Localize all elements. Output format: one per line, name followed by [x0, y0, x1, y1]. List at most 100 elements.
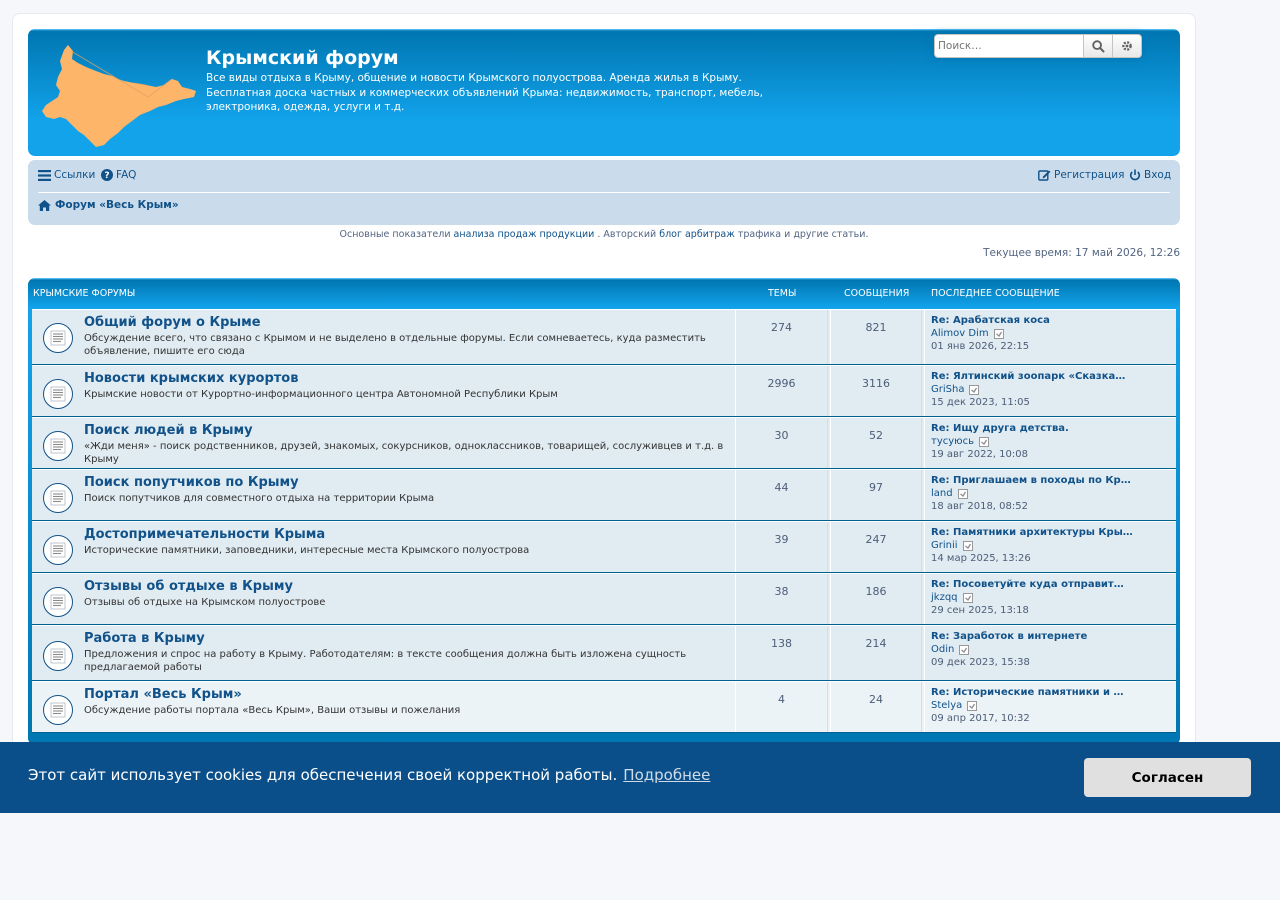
last-post-date: 15 дек 2023, 11:05	[931, 397, 1030, 408]
last-post-title[interactable]: Re: Заработок в интернете	[931, 631, 1087, 642]
quick-links-menu[interactable]: Ссылки	[38, 169, 95, 181]
forum-title[interactable]: Отзывы об отдыхе в Крыму	[84, 579, 293, 594]
last-post-cell: Re: Ищу друга детства. тусуюсь 19 авг 2022…	[924, 418, 1176, 468]
last-post-title[interactable]: Re: Ищу друга детства.	[931, 423, 1069, 434]
last-post-author[interactable]: GriSha	[931, 384, 964, 395]
forum-description: Обсуждение всего, что связано с Крымом и…	[84, 333, 706, 357]
view-latest-post-icon[interactable]	[962, 540, 973, 551]
last-post-author[interactable]: land	[931, 488, 953, 499]
posts-count: 24	[869, 693, 883, 706]
last-post-cell: Re: Приглашаем в походы по Кр… land 18 авг…	[924, 470, 1176, 520]
last-post-title[interactable]: Re: Памятники архитектуры Кры…	[931, 527, 1133, 538]
cookie-more-link[interactable]: Подробнее	[623, 766, 710, 784]
view-latest-post-icon[interactable]	[979, 436, 989, 447]
view-latest-post-icon[interactable]	[993, 328, 1004, 339]
last-post-title[interactable]: Re: Исторические памятники и …	[931, 687, 1123, 698]
forum-row[interactable]: Отзывы об отдыхе в Крыму Отзывы об отдыхе…	[32, 573, 1176, 625]
promo-line: Основные показатели анализа продаж проду…	[0, 229, 1208, 240]
forum-list: Крымские форумы Темы Сообщения Последнее…	[28, 278, 1180, 745]
last-post-author[interactable]: тусуюсь	[931, 436, 974, 447]
document-lines-icon	[50, 438, 66, 454]
forum-read-icon	[43, 379, 73, 409]
promo-link-blog[interactable]: блог арбитраж	[659, 229, 735, 240]
last-post-author-line: jkzqq	[931, 592, 973, 603]
site-title[interactable]: Крымский форум	[206, 47, 399, 69]
faq-link[interactable]: ? FAQ	[101, 169, 136, 181]
last-post-cell: Re: Исторические памятники и … Stelya 09 а…	[924, 682, 1176, 732]
forum-row[interactable]: Достопримечательности Крыма Исторические …	[32, 521, 1176, 573]
breadcrumb[interactable]: Форум «Весь Крым»	[38, 199, 179, 211]
view-latest-post-icon[interactable]	[957, 488, 968, 499]
cookie-accept-button[interactable]: Согласен	[1084, 758, 1251, 797]
search-input[interactable]	[934, 34, 1084, 58]
forum-row[interactable]: Поиск попутчиков по Крыму Поиск попутчико…	[32, 469, 1176, 521]
forum-title[interactable]: Поиск людей в Крыму	[84, 423, 253, 438]
register-link[interactable]: Регистрация	[1038, 169, 1124, 181]
faq-label: FAQ	[116, 169, 137, 181]
login-link[interactable]: Вход	[1129, 169, 1171, 181]
advanced-search-button[interactable]	[1113, 34, 1142, 58]
forum-row[interactable]: Портал «Весь Крым» Обсуждение работы порт…	[32, 681, 1176, 733]
last-post-title[interactable]: Re: Приглашаем в походы по Кр…	[931, 475, 1131, 486]
topics-count: 39	[774, 533, 789, 546]
forum-read-icon	[43, 587, 73, 617]
search-button[interactable]	[1084, 34, 1113, 58]
crimea-map-logo[interactable]	[38, 41, 198, 149]
topics-count: 4	[778, 693, 785, 706]
forum-rows: Общий форум о Крыме Обсуждение всего, что…	[32, 309, 1176, 733]
site-description: Все виды отдыха в Крыму, общение и новос…	[206, 72, 763, 113]
last-post-author[interactable]: jkzqq	[931, 592, 958, 603]
forum-title[interactable]: Портал «Весь Крым»	[84, 687, 242, 702]
topics-column-header: Темы	[768, 288, 797, 299]
last-post-cell: Re: Ялтинский зоопарк «Сказка… GriSha 15 д…	[924, 366, 1176, 416]
last-post-title[interactable]: Re: Арабатская коса	[931, 315, 1050, 326]
forum-title[interactable]: Работа в Крыму	[84, 631, 205, 646]
topics-count: 138	[771, 637, 792, 650]
view-latest-post-icon[interactable]	[962, 592, 973, 603]
forum-row[interactable]: Общий форум о Крыме Обсуждение всего, что…	[32, 309, 1176, 365]
last-post-author[interactable]: Grinii	[931, 540, 958, 551]
last-post-date: 09 апр 2017, 10:32	[931, 713, 1030, 724]
current-time: Текущее время: 17 май 2026, 12:26	[983, 247, 1180, 259]
forum-read-icon	[43, 695, 73, 725]
posts-cell: 52	[830, 418, 922, 468]
last-post-title[interactable]: Re: Посоветуйте куда отправит…	[931, 579, 1124, 590]
search-box	[934, 34, 1142, 58]
last-post-author[interactable]: Odin	[931, 644, 954, 655]
posts-cell: 214	[830, 626, 922, 680]
topics-cell: 30	[735, 418, 828, 468]
home-icon	[38, 199, 51, 211]
topics-cell: 274	[735, 310, 828, 364]
forum-info: Поиск людей в Крыму «Жди меня» - поиск ро…	[32, 418, 734, 468]
promo-link-sales[interactable]: анализа продаж продукции	[454, 229, 595, 240]
topics-cell: 39	[735, 522, 828, 572]
forum-row[interactable]: Поиск людей в Крыму «Жди меня» - поиск ро…	[32, 417, 1176, 469]
forum-read-icon	[43, 641, 73, 671]
document-lines-icon	[50, 594, 66, 610]
last-post-cell: Re: Посоветуйте куда отправит… jkzqq 29 се…	[924, 574, 1176, 624]
view-latest-post-icon[interactable]	[969, 384, 980, 395]
forum-description: «Жди меня» - поиск родственников, друзей…	[84, 441, 724, 465]
view-latest-post-icon[interactable]	[967, 700, 978, 711]
forum-title[interactable]: Поиск попутчиков по Крыму	[84, 475, 299, 490]
posts-cell: 247	[830, 522, 922, 572]
forum-read-icon	[43, 323, 73, 353]
forum-info: Работа в Крыму Предложения и спрос на раб…	[32, 626, 734, 680]
breadcrumb-label: Форум «Весь Крым»	[55, 199, 179, 211]
last-post-title[interactable]: Re: Ялтинский зоопарк «Сказка…	[931, 371, 1125, 382]
posts-cell: 3116	[830, 366, 922, 416]
register-label: Регистрация	[1054, 169, 1125, 181]
forum-row[interactable]: Работа в Крыму Предложения и спрос на раб…	[32, 625, 1176, 681]
view-latest-post-icon[interactable]	[959, 644, 970, 655]
forum-title[interactable]: Общий форум о Крыме	[84, 315, 261, 330]
document-lines-icon	[50, 490, 66, 506]
posts-count: 214	[865, 637, 887, 650]
last-post-author[interactable]: Alimov Dim	[931, 328, 989, 339]
last-post-author[interactable]: Stelya	[931, 700, 962, 711]
forum-title[interactable]: Новости крымских курортов	[84, 371, 298, 386]
forum-row[interactable]: Новости крымских курортов Крымские новост…	[32, 365, 1176, 417]
category-header[interactable]: Крымские форумы	[33, 288, 135, 299]
posts-count: 3116	[862, 377, 890, 390]
last-post-cell: Re: Заработок в интернете Odin 09 дек 2023…	[924, 626, 1176, 680]
forum-title[interactable]: Достопримечательности Крыма	[84, 527, 325, 542]
